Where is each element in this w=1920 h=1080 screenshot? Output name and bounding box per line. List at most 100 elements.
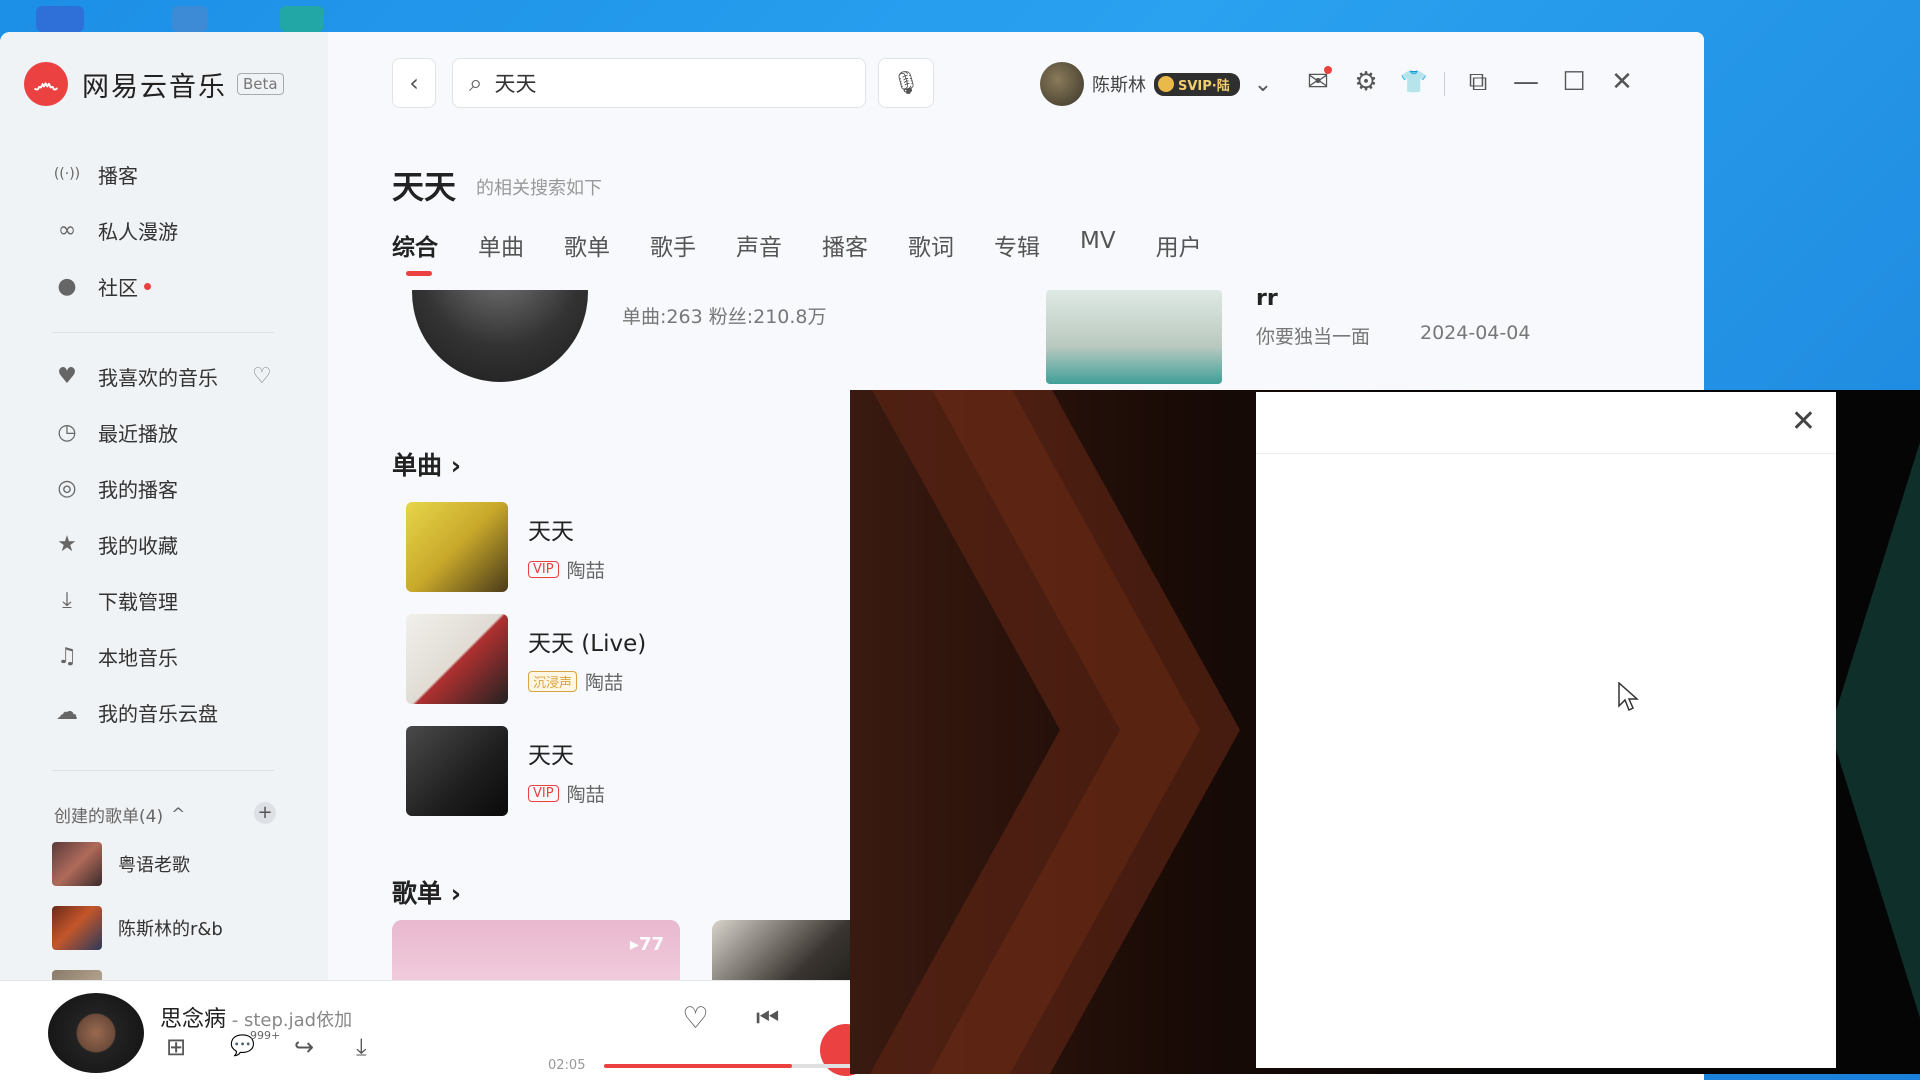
sidebar-item-my-podcast[interactable]: ◎ 我的播客 (52, 468, 178, 508)
now-playing-cover[interactable] (48, 993, 144, 1073)
tab-overview[interactable]: 综合 (392, 228, 438, 276)
song-artist[interactable]: 陶喆 (567, 556, 605, 583)
tab-lyrics[interactable]: 歌词 (908, 228, 954, 262)
minimize-button[interactable]: — (1506, 62, 1546, 102)
tab-songs[interactable]: 单曲 (478, 228, 524, 262)
playlist-item[interactable]: 陈斯林的r&b (52, 906, 223, 950)
song-cover[interactable] (406, 726, 508, 816)
desktop-flag-icon[interactable] (172, 6, 208, 32)
divider (52, 332, 274, 333)
sidebar-item-cloud-drive[interactable]: ☁ 我的音乐云盘 (52, 692, 218, 732)
minimize-icon: — (1513, 67, 1539, 97)
progress-fill (604, 1064, 792, 1068)
album-cover[interactable] (1046, 290, 1222, 384)
close-icon: ✕ (1611, 67, 1633, 97)
sidebar-item-liked-music[interactable]: ♥ 我喜欢的音乐 ♡ (52, 356, 272, 396)
progress-bar[interactable] (604, 1064, 854, 1068)
svip-badge[interactable]: SVIP·陆 (1154, 72, 1240, 96)
sidebar-item-recent[interactable]: ◷ 最近播放 (52, 412, 178, 452)
beta-badge: Beta (237, 73, 284, 95)
maximize-button[interactable]: ☐ (1554, 62, 1594, 102)
sidebar-item-label: 最近播放 (98, 421, 178, 446)
clock-icon: ◷ (57, 419, 77, 445)
song-title[interactable]: 天天 (Live) (528, 624, 646, 658)
album-name[interactable]: 你要独当一面 (1256, 322, 1370, 349)
voice-search-button[interactable]: 🎙 (878, 58, 934, 108)
desktop-mail-icon[interactable] (36, 6, 84, 32)
chevron-decoration (869, 390, 1240, 1074)
desktop-app-icon[interactable] (280, 6, 324, 32)
tab-albums[interactable]: 专辑 (994, 228, 1040, 262)
sidebar-item-favorites[interactable]: ★ 我的收藏 (52, 524, 178, 564)
brand[interactable]: ෴ 网易云音乐 Beta (24, 62, 284, 106)
back-button[interactable]: ‹ (392, 58, 436, 108)
gear-icon: ⚙ (1354, 67, 1378, 97)
broadcast-icon: ((·)) (53, 166, 81, 182)
tab-podcasts[interactable]: 播客 (822, 228, 868, 262)
heart-icon: ♥ (57, 363, 77, 389)
tab-users[interactable]: 用户 (1156, 228, 1202, 262)
song-cover[interactable] (406, 502, 508, 592)
now-playing-title[interactable]: 思念病 (160, 1007, 226, 1032)
message-button[interactable]: ✉ (1298, 62, 1338, 102)
search-input[interactable] (494, 71, 835, 95)
sidebar-item-local-music[interactable]: ♫ 本地音乐 (52, 636, 178, 676)
created-playlists-header[interactable]: 创建的歌单(4) ^ (54, 802, 185, 828)
song-row[interactable]: 天天 (Live) 沉浸声 陶喆 (406, 614, 646, 704)
avatar[interactable] (1040, 62, 1084, 106)
mini-mode-icon: ⧉ (1468, 66, 1488, 97)
song-artist[interactable]: 陶喆 (585, 668, 623, 695)
search-box[interactable]: ⌕ (452, 58, 866, 108)
close-button[interactable]: ✕ (1602, 62, 1642, 102)
user-area[interactable]: 陈斯林 SVIP·陆 ⌄ (1040, 62, 1272, 106)
song-row[interactable]: 天天 VIP 陶喆 (406, 726, 605, 816)
download-icon: ⤓ (62, 587, 72, 613)
skin-button[interactable]: 👕 (1394, 62, 1434, 102)
song-cover[interactable] (406, 614, 508, 704)
like-icon[interactable]: ♡ (682, 1001, 709, 1036)
sidebar-item-downloads[interactable]: ⤓ 下载管理 (52, 580, 178, 620)
tab-sounds[interactable]: 声音 (736, 228, 782, 262)
divider (52, 770, 274, 771)
section-title: 歌单 (392, 879, 443, 908)
playlist-cover (52, 906, 102, 950)
chat-icon: ● (57, 273, 77, 299)
tab-playlists[interactable]: 歌单 (564, 228, 610, 262)
heart-mode-icon[interactable]: ♡ (252, 364, 272, 389)
created-playlists-label: 创建的歌单(4) (54, 807, 164, 827)
tab-mv[interactable]: MV (1080, 228, 1116, 262)
download-icon[interactable]: ⤓ (356, 1033, 367, 1061)
add-to-playlist-icon[interactable]: ⊞ (166, 1033, 186, 1061)
playlists-section-header[interactable]: 歌单 › (392, 874, 461, 910)
playlist-item[interactable]: 粤语老歌 (52, 842, 190, 886)
elapsed-time: 02:05 (548, 1058, 586, 1073)
now-playing-artist[interactable]: - step.jad依加 (226, 1010, 352, 1031)
song-artist[interactable]: 陶喆 (567, 780, 605, 807)
podcast-icon: ◎ (57, 475, 77, 501)
sidebar-item-label: 下载管理 (98, 589, 178, 614)
username[interactable]: 陈斯林 (1092, 71, 1146, 97)
sidebar-item-podcast[interactable]: ((·)) 播客 (52, 154, 138, 194)
close-icon[interactable]: ✕ (1791, 404, 1816, 439)
sidebar-item-community[interactable]: ● 社区 (52, 266, 151, 306)
song-title[interactable]: 天天 (528, 736, 605, 770)
sidebar-item-label: 我的播客 (98, 477, 178, 502)
chevron-down-icon[interactable]: ⌄ (1254, 72, 1272, 97)
sidebar-item-private-roaming[interactable]: ∞ 私人漫游 (52, 210, 178, 250)
song-row[interactable]: 天天 VIP 陶喆 (406, 502, 605, 592)
previous-track-icon[interactable]: ⏮ (756, 1003, 779, 1034)
sidebar-item-label: 我的收藏 (98, 533, 178, 558)
tab-artists[interactable]: 歌手 (650, 228, 696, 262)
immersive-badge: 沉浸声 (528, 670, 578, 692)
sidebar-item-label: 播客 (98, 163, 138, 188)
song-title[interactable]: 天天 (528, 512, 605, 546)
sidebar-item-label: 我喜欢的音乐 (98, 365, 218, 390)
mini-player-button[interactable]: ⧉ (1458, 62, 1498, 102)
album-tag: rr (1256, 286, 1278, 311)
settings-button[interactable]: ⚙ (1346, 62, 1386, 102)
share-icon[interactable]: ↪ (294, 1033, 314, 1061)
songs-section-header[interactable]: 单曲 › (392, 446, 461, 482)
add-playlist-button[interactable]: + (254, 802, 276, 824)
notification-dot (144, 282, 151, 290)
chevron-right-icon: › (450, 451, 462, 480)
